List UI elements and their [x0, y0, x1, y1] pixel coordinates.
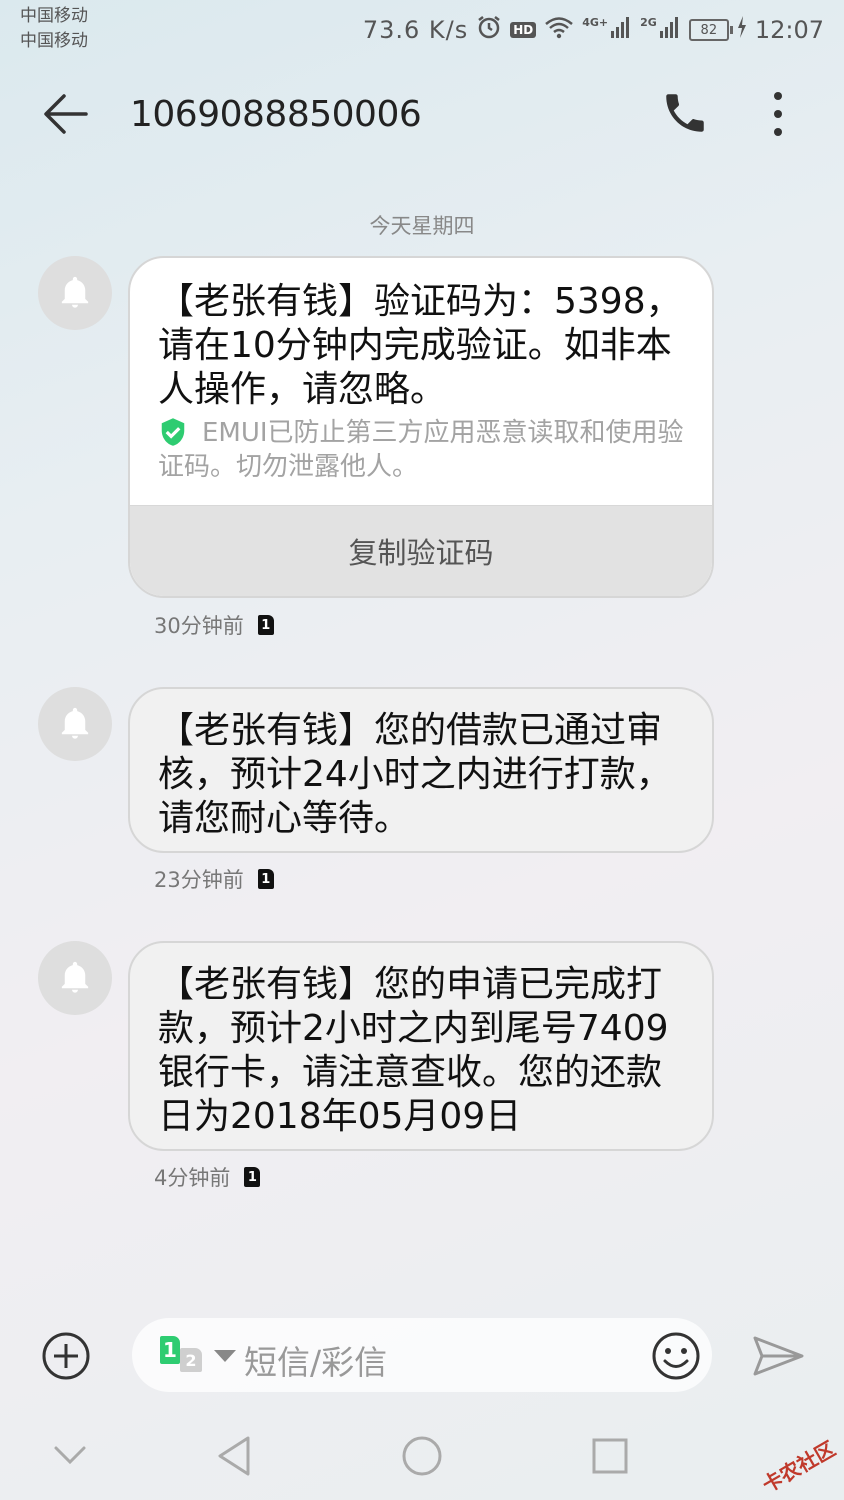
copy-code-label: 复制验证码 — [348, 536, 494, 570]
copy-code-button[interactable]: 复制验证码 — [130, 505, 712, 596]
clock: 12:07 — [754, 16, 824, 44]
chevron-down-icon — [54, 1446, 86, 1465]
hide-keyboard-button[interactable] — [52, 1424, 88, 1488]
triangle-back-icon — [218, 1436, 250, 1476]
sim-card-icon: 1 — [244, 1167, 261, 1187]
message-time: 30分钟前 — [154, 614, 244, 638]
message-meta: 30分钟前 1 — [154, 610, 274, 640]
message-time: 4分钟前 — [154, 1166, 231, 1190]
send-button[interactable] — [752, 1334, 806, 1378]
plus-circle-icon — [42, 1332, 90, 1380]
message-text: 【老张有钱】您的借款已通过审核，预计24小时之内进行打款，请您耐心等待。 — [158, 710, 672, 839]
alarm-icon — [476, 14, 502, 46]
phone-icon — [666, 94, 704, 132]
more-vertical-icon — [774, 92, 782, 136]
message-input-placeholder: 短信/彩信 — [244, 1343, 388, 1382]
sim-selector[interactable]: 1 2 — [160, 1336, 210, 1376]
security-note: EMUI已防止第三方应用恶意读取和使用验证码。切勿泄露他人。 — [158, 416, 686, 484]
sender-avatar — [38, 687, 112, 761]
wifi-icon — [544, 15, 574, 45]
watermark: 卡农社区 — [758, 1436, 840, 1498]
status-icons: 73.6 K/s HD 4G+ 2G 82 12:07 — [363, 14, 824, 46]
message-bubble[interactable]: 【老张有钱】您的申请已完成打款，预计2小时之内到尾号7409银行卡，请注意查收。… — [128, 941, 714, 1151]
sim-1-badge: 1 — [160, 1336, 180, 1364]
signal-icon — [659, 15, 681, 45]
sender-avatar — [38, 941, 112, 1015]
circle-home-icon — [402, 1436, 442, 1476]
nav-home-button[interactable] — [400, 1424, 444, 1488]
carrier-label-2: 中国移动 — [20, 31, 88, 51]
call-button[interactable] — [660, 88, 712, 140]
message-text: 【老张有钱】验证码为：5398，请在10分钟内完成验证。如非本人操作，请忽略。 — [158, 281, 682, 410]
shield-check-icon — [161, 418, 185, 446]
charging-icon — [737, 16, 747, 44]
more-options-button[interactable] — [760, 88, 796, 140]
arrow-left-icon — [44, 94, 88, 134]
network-type-2g: 2G — [640, 16, 657, 29]
sender-avatar — [38, 256, 112, 330]
security-note-text: EMUI已防止第三方应用恶意读取和使用验证码。切勿泄露他人。 — [158, 418, 684, 482]
hd-voice-badge: HD — [510, 22, 537, 38]
sim-card-icon: 1 — [257, 615, 274, 635]
smiley-icon — [652, 1332, 700, 1380]
add-attachment-button[interactable] — [40, 1330, 92, 1382]
signal-icon — [610, 15, 632, 45]
message-time: 23分钟前 — [154, 868, 244, 892]
conversation-title: 1069088850006 — [130, 94, 422, 135]
square-recents-icon — [592, 1438, 628, 1474]
emoji-button[interactable] — [650, 1330, 702, 1382]
message-text: 【老张有钱】您的申请已完成打款，预计2小时之内到尾号7409银行卡，请注意查收。… — [158, 964, 669, 1137]
battery-icon: 82 — [688, 19, 733, 41]
message-meta: 4分钟前 1 — [154, 1162, 261, 1192]
date-separator: 今天星期四 — [369, 214, 475, 238]
bell-icon — [61, 276, 89, 308]
network-type-4g: 4G+ — [582, 16, 609, 29]
back-button[interactable] — [40, 88, 92, 140]
bell-icon — [61, 961, 89, 993]
bell-icon — [61, 707, 89, 739]
chevron-down-icon[interactable] — [214, 1349, 236, 1368]
battery-level: 82 — [700, 22, 718, 38]
sim-card-icon: 1 — [257, 869, 274, 889]
send-icon — [753, 1336, 804, 1376]
nav-back-button[interactable] — [214, 1424, 254, 1488]
message-bubble[interactable]: 【老张有钱】您的借款已通过审核，预计24小时之内进行打款，请您耐心等待。 — [128, 687, 714, 853]
message-meta: 23分钟前 1 — [154, 864, 274, 894]
message-bubble[interactable]: 【老张有钱】验证码为：5398，请在10分钟内完成验证。如非本人操作，请忽略。 … — [128, 256, 714, 598]
sim-2-badge: 2 — [180, 1348, 202, 1372]
network-speed: 73.6 K/s — [362, 16, 469, 44]
nav-recents-button[interactable] — [590, 1424, 630, 1488]
carrier-label-1: 中国移动 — [20, 6, 88, 26]
